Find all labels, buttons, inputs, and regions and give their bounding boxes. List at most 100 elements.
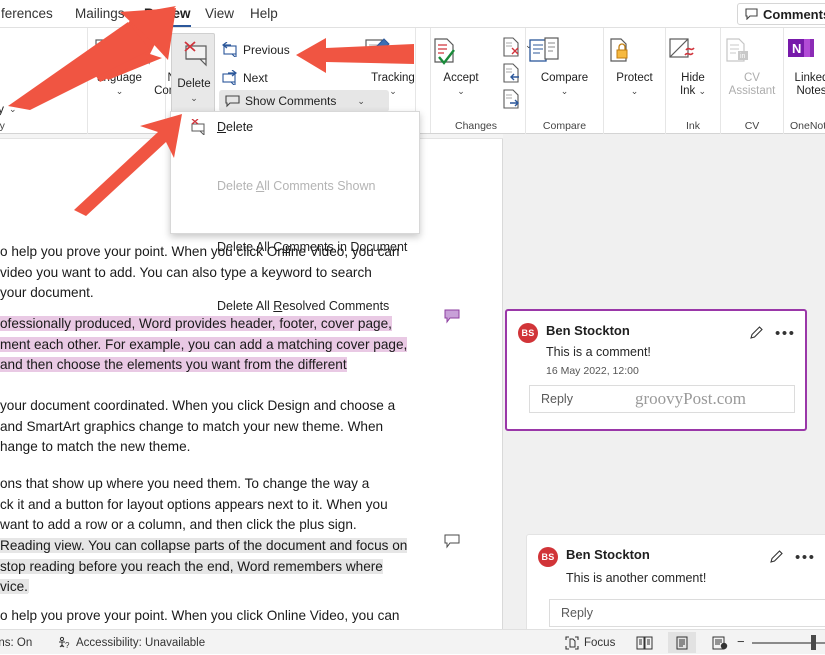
menu-item-delete-all-shown[interactable]: Delete All Comments Shown bbox=[171, 171, 419, 200]
accept-button[interactable]: Accept ⌄ bbox=[426, 36, 496, 98]
status-corrections[interactable]: ons: On bbox=[0, 630, 32, 655]
comment-author: Ben Stockton bbox=[546, 323, 630, 338]
protect-label: Protect bbox=[616, 72, 653, 84]
cv-assistant-button[interactable]: in CV Assistant bbox=[721, 36, 783, 98]
ribbon-group-protect: Protect ⌄ bbox=[604, 28, 666, 134]
comment-more-options-icon[interactable]: ••• bbox=[775, 326, 796, 341]
comments-button-label: Comments bbox=[763, 6, 825, 22]
comment-text: This is another comment! bbox=[566, 571, 707, 585]
next-label: Next bbox=[243, 70, 268, 85]
svg-text:?: ? bbox=[65, 641, 70, 650]
edit-pencil-icon[interactable] bbox=[749, 325, 764, 340]
print-layout-icon bbox=[675, 636, 689, 650]
paragraph-2-highlighted: ofessionally produced, Word provides hea… bbox=[0, 314, 503, 376]
comment-anchor-icon[interactable] bbox=[444, 534, 461, 549]
focus-button[interactable]: Focus bbox=[565, 630, 615, 655]
next-comment-button[interactable]: Next bbox=[221, 70, 268, 85]
chevron-down-icon: ⌄ bbox=[630, 86, 639, 96]
previous-label: Previous bbox=[243, 42, 290, 57]
comment-balloon-icon bbox=[225, 94, 240, 108]
doc-line: and SmartArt graphics change to match yo… bbox=[0, 418, 384, 434]
accessibility-icon: ? bbox=[57, 636, 71, 650]
track-changes-icon bbox=[358, 36, 428, 70]
next-change-button[interactable] bbox=[501, 88, 523, 110]
ribbon-group-label-compare: Compare bbox=[542, 120, 587, 132]
comment-timestamp: 16 May 2022, 12:00 bbox=[546, 365, 639, 377]
menu-item-delete-all-in-document[interactable]: Delete All Comments in Document bbox=[171, 232, 419, 261]
edit-pencil-icon[interactable] bbox=[769, 549, 784, 564]
ribbon-group-label-changes: Changes bbox=[454, 120, 498, 132]
protect-button[interactable]: Protect ⌄ bbox=[604, 36, 665, 98]
linked-notes-line2: Notes bbox=[796, 85, 825, 97]
paragraph-3: your document coordinated. When you clic… bbox=[0, 396, 503, 458]
reply-placeholder: Reply bbox=[541, 392, 573, 406]
web-layout-icon bbox=[712, 636, 728, 650]
delete-dropdown-menu: Delete Delete All Comments Shown Delete … bbox=[170, 111, 420, 313]
doc-line: ment each other. For example, you can ad… bbox=[0, 336, 408, 352]
comments-button[interactable]: Comments bbox=[737, 3, 825, 25]
comment-anchor-icon[interactable] bbox=[444, 309, 461, 324]
accessibility-check-label[interactable]: ity ⌄ bbox=[0, 102, 17, 116]
hide-ink-icon bbox=[666, 36, 720, 70]
ribbon-tab-strip: ferences Mailings Review View Help Comme… bbox=[0, 0, 825, 28]
protect-lock-icon bbox=[604, 36, 665, 70]
zoom-slider-handle[interactable] bbox=[811, 635, 816, 650]
doc-line: and then choose the elements you want fr… bbox=[0, 357, 347, 372]
menu-item-delete-all-shown-label: Delete All Comments Shown bbox=[217, 178, 376, 193]
ribbon-group-label-onenote: OneNote bbox=[789, 120, 825, 132]
menu-item-delete-all-in-document-label: Delete All Comments in Document bbox=[217, 239, 408, 254]
avatar: BS bbox=[518, 323, 538, 343]
show-comments-label: Show Comments bbox=[245, 94, 337, 108]
delete-comment-icon bbox=[179, 40, 209, 68]
chevron-down-icon: ⌄ bbox=[389, 86, 397, 96]
ribbon-group-cv: in CV Assistant CV bbox=[721, 28, 784, 134]
web-layout-button[interactable] bbox=[706, 632, 734, 653]
comment-author: Ben Stockton bbox=[566, 547, 650, 562]
comment-card[interactable]: BS Ben Stockton This is a comment! 16 Ma… bbox=[505, 309, 807, 431]
text-cursor bbox=[27, 579, 29, 593]
menu-item-delete-label: Delete bbox=[217, 119, 254, 134]
tab-help[interactable]: Help bbox=[243, 2, 285, 26]
onenote-icon: N bbox=[784, 36, 825, 70]
compare-button[interactable]: Compare ⌄ bbox=[526, 36, 603, 98]
tab-mailings[interactable]: Mailings bbox=[68, 2, 132, 26]
menu-item-delete-all-resolved-label: Delete All Resolved Comments bbox=[217, 298, 390, 313]
read-mode-button[interactable] bbox=[630, 632, 658, 653]
focus-icon bbox=[565, 635, 579, 650]
comment-more-options-icon[interactable]: ••• bbox=[795, 550, 816, 565]
comment-reply-input[interactable]: Reply bbox=[549, 599, 825, 627]
chevron-down-icon: ⌄ bbox=[457, 86, 465, 96]
linked-notes-button[interactable]: N Linked Notes bbox=[784, 36, 825, 98]
print-layout-button[interactable] bbox=[668, 632, 696, 653]
tracking-button[interactable]: Tracking ⌄ bbox=[358, 36, 428, 98]
zoom-out-button[interactable]: − bbox=[737, 634, 745, 649]
linked-notes-line1: Linked bbox=[794, 72, 825, 84]
previous-comment-button[interactable]: Previous bbox=[221, 42, 290, 57]
focus-label: Focus bbox=[584, 636, 616, 649]
paragraph-5-selected: Reading view. You can collapse parts of … bbox=[0, 536, 503, 598]
status-accessibility[interactable]: ? Accessibility: Unavailable bbox=[57, 630, 205, 655]
menu-item-delete-all-resolved[interactable]: Delete All Resolved Comments bbox=[171, 291, 419, 320]
accept-label: Accept bbox=[443, 72, 479, 84]
hide-ink-label-line2: Ink bbox=[679, 85, 696, 97]
tab-view[interactable]: View bbox=[198, 2, 241, 26]
cv-label-line2: Assistant bbox=[728, 85, 776, 97]
menu-item-delete[interactable]: Delete bbox=[171, 112, 419, 141]
cv-label-line1: CV bbox=[744, 72, 760, 84]
next-comment-icon bbox=[221, 70, 238, 85]
tab-review[interactable]: Review bbox=[137, 2, 198, 27]
cv-assistant-icon: in bbox=[721, 36, 783, 70]
comments-pane: BS Ben Stockton This is a comment! 16 Ma… bbox=[444, 134, 825, 654]
previous-change-button[interactable] bbox=[501, 62, 523, 84]
reply-placeholder: Reply bbox=[561, 606, 593, 620]
hide-ink-label-line1: Hide bbox=[681, 72, 705, 84]
svg-text:N: N bbox=[792, 41, 801, 56]
reject-change-button[interactable] bbox=[501, 36, 523, 58]
doc-line: o help you prove your point. When you cl… bbox=[0, 608, 400, 623]
doc-line: your document coordinated. When you clic… bbox=[0, 398, 396, 413]
doc-line: video you want to add. You can also type… bbox=[0, 264, 372, 280]
tab-references[interactable]: ferences bbox=[0, 2, 60, 26]
hide-ink-button[interactable]: Hide Ink ⌄ bbox=[666, 36, 720, 98]
ribbon-group-label-cv: CV bbox=[744, 120, 760, 132]
doc-line: Reading view. You can collapse parts of … bbox=[0, 538, 408, 553]
